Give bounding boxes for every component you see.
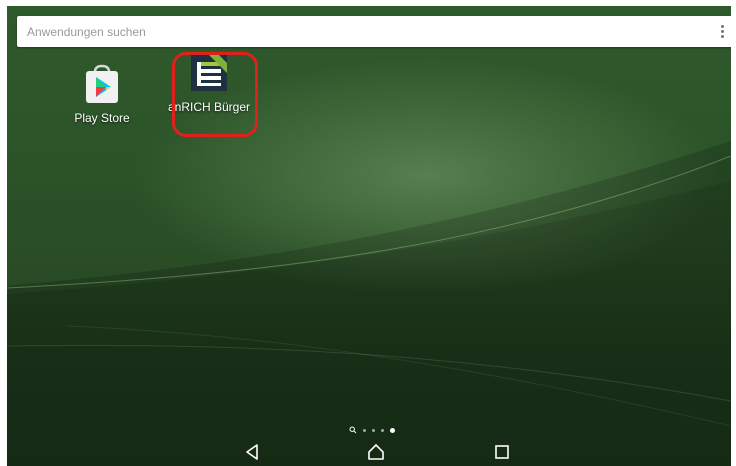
page-dot bbox=[381, 428, 384, 432]
page-dot bbox=[363, 428, 366, 432]
home-icon[interactable] bbox=[366, 442, 386, 462]
app-play-store[interactable]: Play Store bbox=[59, 62, 145, 125]
search-page-icon bbox=[349, 426, 357, 434]
highlight-box bbox=[172, 52, 258, 137]
overflow-menu-icon[interactable] bbox=[719, 25, 725, 38]
back-icon[interactable] bbox=[242, 442, 262, 462]
recents-icon[interactable] bbox=[492, 442, 512, 462]
app-search-bar[interactable]: Anwendungen suchen bbox=[17, 16, 731, 47]
search-input[interactable]: Anwendungen suchen bbox=[27, 25, 146, 39]
page-dot-active bbox=[390, 427, 395, 433]
navigation-bar bbox=[7, 434, 731, 466]
play-store-icon bbox=[86, 64, 118, 103]
app-label: Play Store bbox=[74, 111, 130, 125]
home-screen: Anwendungen suchen Play Store anRICH Bür… bbox=[7, 6, 731, 466]
page-indicator[interactable] bbox=[349, 426, 395, 434]
page-dot bbox=[372, 428, 375, 432]
